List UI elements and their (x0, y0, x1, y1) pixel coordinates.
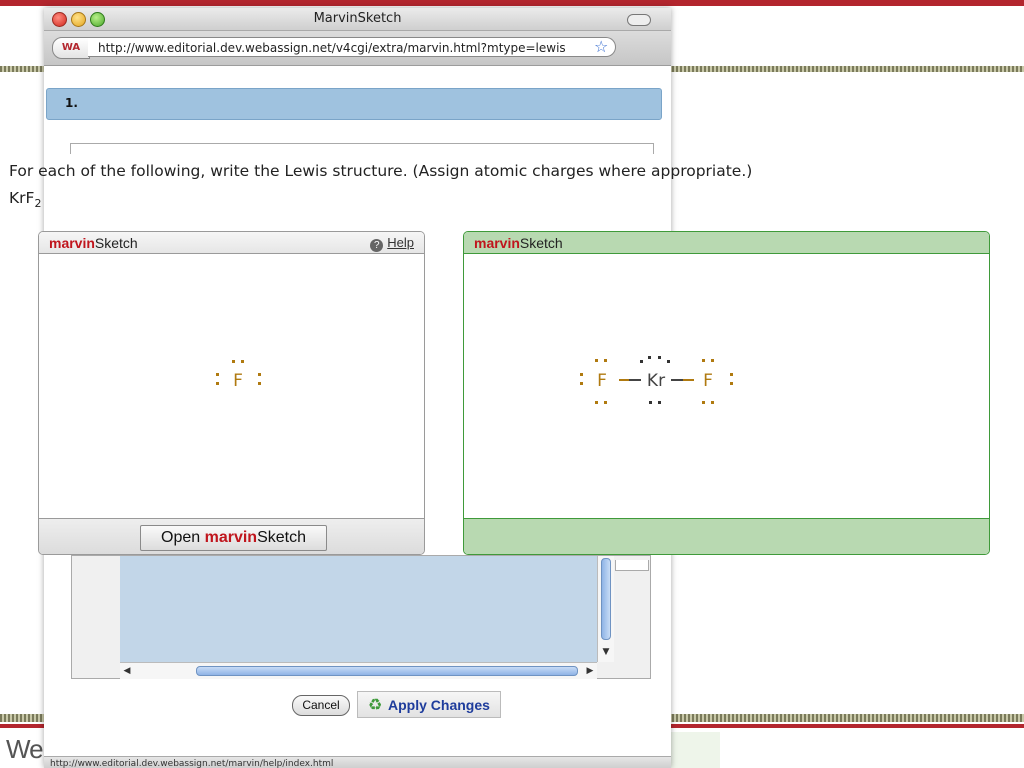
address-bar: WA http://www.editorial.dev.webassign.ne… (44, 31, 671, 66)
resize-grip (615, 560, 649, 571)
panel-footer: Open marvinSketch (39, 518, 424, 554)
atom-label: F (233, 371, 243, 391)
vertical-scroll-thumb[interactable] (601, 558, 611, 640)
page-top-bar (0, 0, 1024, 6)
open-marvinsketch-button[interactable]: Open marvinSketch (140, 525, 327, 551)
panel-footer (464, 518, 989, 554)
window-titlebar: MarvinSketch (44, 8, 671, 31)
window-title: MarvinSketch (313, 11, 402, 26)
question-formula: KrF2 (9, 189, 42, 211)
horizontal-scroll-thumb[interactable] (196, 666, 578, 676)
fluorine-atom: F (216, 360, 261, 391)
scroll-right-arrow-icon[interactable]: ▶ (583, 663, 597, 679)
scroll-left-arrow-icon[interactable]: ◀ (120, 663, 134, 679)
answer-scroll-area: ▼ ◀ ▶ (71, 555, 651, 679)
site-icon[interactable]: WA (52, 37, 90, 59)
answer-molecule-canvas: F Kr F (580, 356, 733, 404)
panel-header: marvinSketch (464, 232, 989, 254)
toolbar-toggle-button[interactable] (627, 14, 651, 26)
question-frame (70, 143, 654, 154)
horizontal-scrollbar[interactable]: ◀ ▶ (120, 662, 597, 679)
answer-sketch-panel: marvinSketch F Kr F (463, 231, 990, 555)
student-molecule-canvas[interactable]: F (39, 254, 424, 518)
scroll-down-arrow-icon[interactable]: ▼ (598, 644, 614, 660)
question-header-bar: 1. (46, 88, 662, 120)
question-prompt: For each of the following, write the Lew… (9, 162, 753, 180)
status-bar: http://www.editorial.dev.webassign.net/m… (44, 756, 671, 768)
scroll-content (120, 556, 597, 662)
right-fluorine-atom: F (702, 359, 733, 404)
svg-text:Kr: Kr (647, 371, 665, 391)
student-sketch-panel: marvinSketch ? Help F Open marvinSketch (38, 231, 425, 555)
url-field[interactable]: http://www.editorial.dev.webassign.net/v… (88, 37, 616, 57)
webassign-logo: We (6, 734, 44, 764)
apply-changes-button[interactable]: ♻ Apply Changes (357, 691, 501, 718)
help-link[interactable]: ? Help (370, 232, 414, 254)
refresh-icon: ♻ (368, 697, 383, 714)
bookmark-star-icon[interactable]: ☆ (594, 37, 608, 56)
svg-text:F: F (703, 371, 713, 391)
krypton-atom: Kr (640, 356, 670, 404)
question-number: 1. (65, 96, 78, 110)
left-fluorine-atom: F (580, 359, 607, 404)
cancel-button[interactable]: Cancel (292, 695, 350, 716)
svg-text:F: F (597, 371, 607, 391)
vertical-scrollbar[interactable]: ▼ (597, 556, 614, 662)
help-icon: ? (370, 239, 384, 252)
panel-header: marvinSketch ? Help (39, 232, 424, 254)
